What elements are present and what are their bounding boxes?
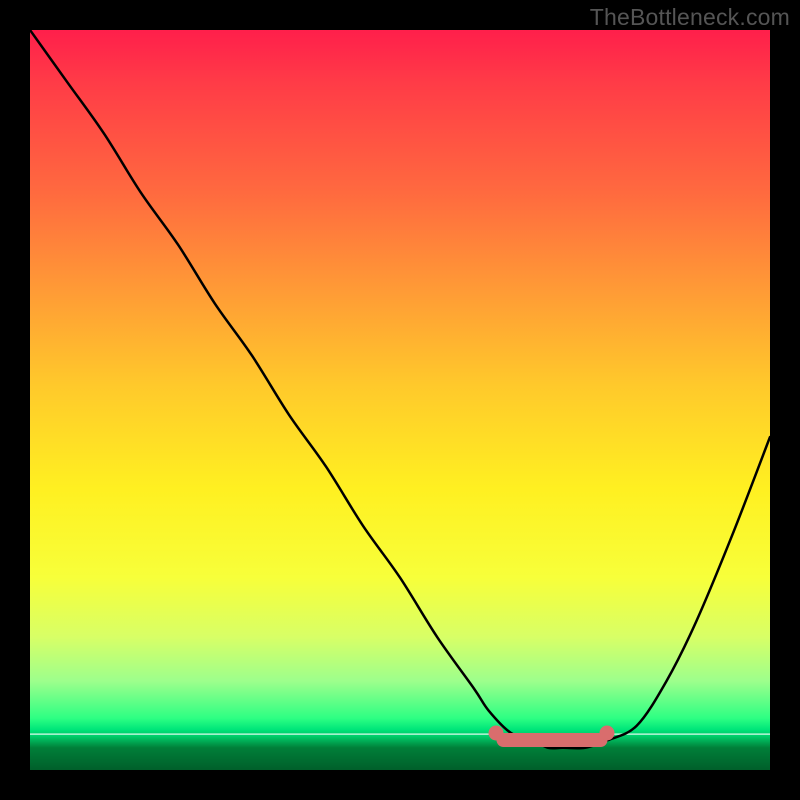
- bottleneck-curve: [30, 30, 770, 770]
- attribution-watermark: TheBottleneck.com: [590, 4, 790, 31]
- optimal-range-marker: [496, 733, 607, 747]
- optimal-range-left-dot: [489, 726, 504, 741]
- optimal-range-right-dot: [600, 726, 615, 741]
- plot-area: [30, 30, 770, 770]
